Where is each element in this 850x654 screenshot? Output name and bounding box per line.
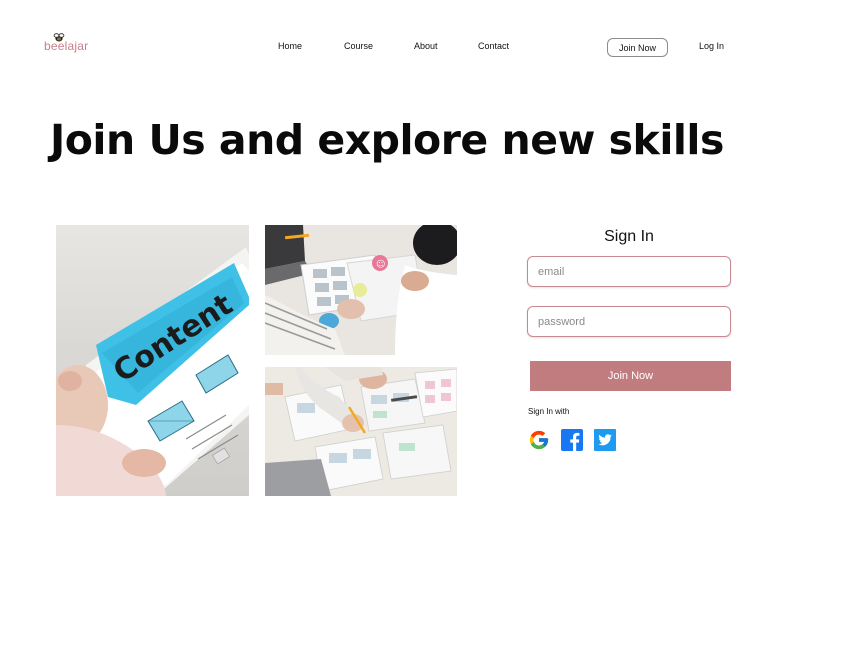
sign-in-with-label: Sign In with [528, 407, 570, 416]
nav-course-link[interactable]: Course [344, 41, 373, 51]
google-icon[interactable] [528, 429, 550, 451]
facebook-icon[interactable] [561, 429, 583, 451]
svg-text:☺: ☺ [376, 259, 385, 270]
nav-home-link[interactable]: Home [278, 41, 302, 51]
sign-in-title: Sign In [604, 228, 654, 245]
twitter-icon[interactable] [594, 429, 616, 451]
join-now-nav-button[interactable]: Join Now [607, 38, 668, 57]
brand-name: beelajar [44, 39, 89, 53]
password-field[interactable] [527, 306, 731, 337]
join-now-submit-button[interactable]: Join Now [530, 361, 731, 391]
nav-contact-link[interactable]: Contact [478, 41, 509, 51]
content-wireframe-photo: Content [56, 225, 249, 496]
nav-about-link[interactable]: About [414, 41, 438, 51]
email-field[interactable] [527, 256, 731, 287]
log-in-link[interactable]: Log In [699, 41, 724, 51]
paper-prototype-photo [265, 367, 457, 496]
brand-logo[interactable]: beelajar [44, 33, 104, 57]
page-title: Join Us and explore new skills [50, 116, 724, 164]
team-wireframing-photo: ☺ [265, 225, 457, 355]
